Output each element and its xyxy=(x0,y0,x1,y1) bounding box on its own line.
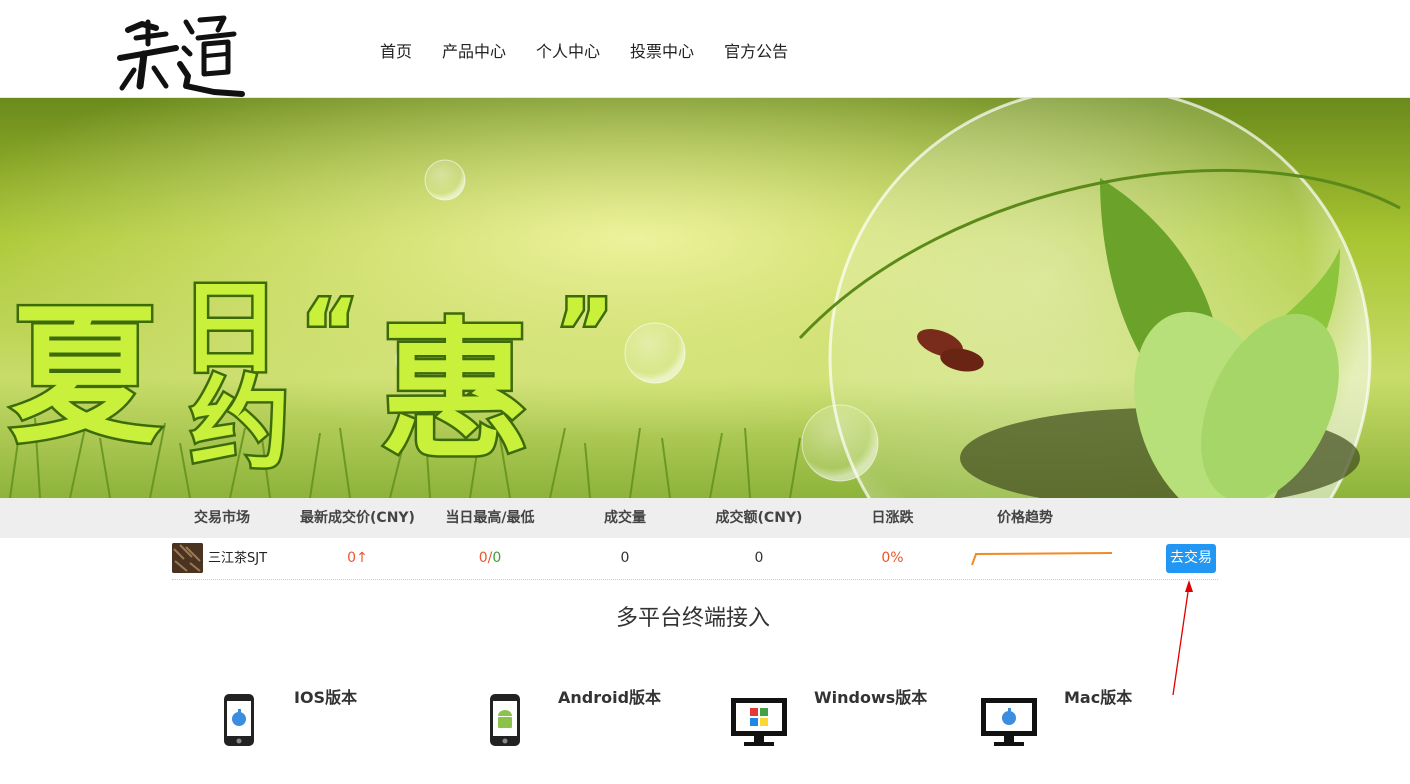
coin-thumbnail xyxy=(172,543,203,573)
nav-personal[interactable]: 个人中心 xyxy=(536,40,600,64)
main-nav: 首页 产品中心 个人中心 投票中心 官方公告 xyxy=(380,40,818,64)
platform-ios[interactable]: IOS版本 xyxy=(222,684,382,754)
col-last-price: 最新成交价(CNY) xyxy=(300,510,415,526)
turnover: 0 xyxy=(754,550,764,566)
daily-change: 0% xyxy=(881,550,904,566)
coin-name[interactable]: 三江茶SJT xyxy=(208,538,267,579)
banner-image: 夏 日 约 “ 惠 ” xyxy=(0,98,1410,498)
col-trend: 价格趋势 xyxy=(997,510,1053,526)
price-trend-sparkline xyxy=(970,538,1115,579)
col-market: 交易市场 xyxy=(194,510,250,526)
logo[interactable] xyxy=(114,14,246,98)
svg-text:夏: 夏 xyxy=(10,290,161,464)
platform-label[interactable]: Windows版本 xyxy=(814,684,927,708)
header: 首页 产品中心 个人中心 投票中心 官方公告 xyxy=(0,0,1410,98)
svg-text:惠: 惠 xyxy=(380,305,530,479)
col-change: 日涨跌 xyxy=(871,510,914,526)
platform-android[interactable]: Android版本 xyxy=(488,684,668,754)
col-turnover: 成交额(CNY) xyxy=(715,510,803,526)
nav-products[interactable]: 产品中心 xyxy=(442,40,506,64)
platform-label[interactable]: Android版本 xyxy=(558,684,661,708)
platform-label[interactable]: Mac版本 xyxy=(1064,684,1132,708)
high-low: 0/0 xyxy=(430,538,550,579)
platform-mac[interactable]: Mac版本 xyxy=(980,684,1140,754)
svg-text:”: ” xyxy=(555,280,614,385)
svg-text:“: “ xyxy=(300,280,359,385)
platform-label[interactable]: IOS版本 xyxy=(294,684,357,708)
section-title: 多平台终端接入 xyxy=(615,606,770,631)
nav-vote[interactable]: 投票中心 xyxy=(630,40,694,64)
nav-home[interactable]: 首页 xyxy=(380,40,412,64)
day-low: 0 xyxy=(492,550,502,566)
monitor-apple-icon xyxy=(980,692,1040,752)
nav-announcements[interactable]: 官方公告 xyxy=(724,40,788,64)
table-row[interactable]: 三江茶SJT 0↑ 0/0 0 0 0% 去交易 xyxy=(172,538,1218,580)
hero-banner[interactable]: 夏 日 约 “ 惠 ” xyxy=(0,98,1410,498)
day-high: 0 xyxy=(478,550,488,566)
platform-windows[interactable]: Windows版本 xyxy=(730,684,930,754)
col-high-low: 当日最高/最低 xyxy=(445,510,535,526)
col-volume: 成交量 xyxy=(604,510,646,526)
go-trade-button[interactable]: 去交易 xyxy=(1166,544,1216,573)
last-price: 0↑ xyxy=(347,550,368,566)
monitor-windows-icon xyxy=(730,692,790,752)
svg-text:约: 约 xyxy=(190,365,290,482)
phone-apple-icon xyxy=(222,692,256,752)
phone-android-icon xyxy=(488,692,522,752)
market-table-header: 交易市场 最新成交价(CNY) 当日最高/最低 成交量 成交额(CNY) 日涨跌… xyxy=(0,498,1410,538)
volume: 0 xyxy=(620,550,630,566)
